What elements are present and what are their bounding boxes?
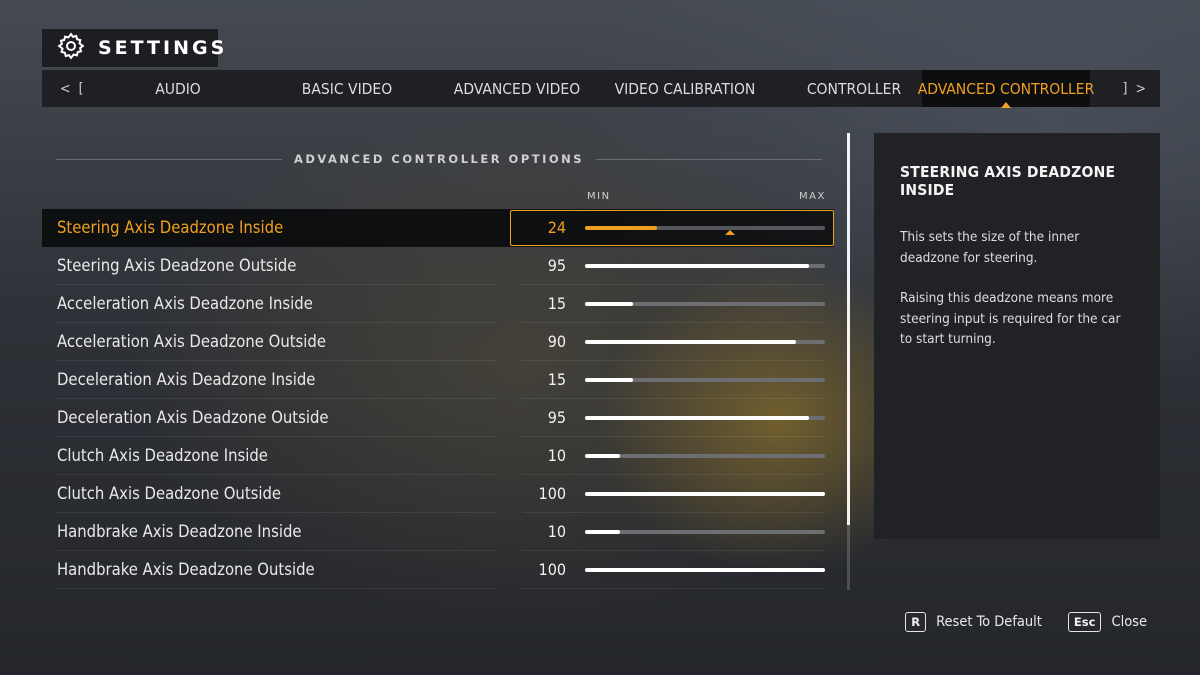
option-label: Acceleration Axis Deadzone Outside [57, 332, 326, 351]
scrollbar[interactable] [847, 133, 850, 590]
description-panel: STEERING AXIS DEADZONE INSIDE This sets … [874, 133, 1160, 539]
section-title: ADVANCED CONTROLLER OPTIONS [293, 152, 585, 166]
gear-icon [56, 31, 86, 65]
option-row[interactable]: Acceleration Axis Deadzone Inside 15 [42, 285, 834, 323]
slider-fill [585, 454, 620, 458]
slider-track[interactable] [585, 454, 825, 458]
tab-audio[interactable]: AUDIO [112, 70, 244, 107]
description-paragraph: Raising this deadzone means more steerin… [900, 290, 1121, 347]
option-row[interactable]: Handbrake Axis Deadzone Outside 100 [42, 551, 834, 589]
bumper-right-hint: ] [1122, 80, 1128, 97]
option-value: 100 [538, 484, 566, 503]
reset-to-default-button[interactable]: R Reset To Default [905, 612, 1042, 632]
slider-track[interactable] [585, 340, 825, 344]
scrollbar-thumb[interactable] [847, 133, 850, 525]
slider-fill [585, 302, 633, 306]
close-button[interactable]: Esc Close [1067, 612, 1147, 632]
option-row[interactable]: Clutch Axis Deadzone Outside 100 [42, 475, 834, 513]
option-row[interactable]: Handbrake Axis Deadzone Inside 10 [42, 513, 834, 551]
slider-track[interactable] [585, 568, 825, 572]
row-divider [522, 588, 824, 589]
option-value: 95 [547, 408, 566, 427]
slider-track[interactable] [585, 416, 825, 420]
chevron-left-icon: < [60, 80, 71, 97]
slider-fill [585, 568, 825, 572]
option-label: Handbrake Axis Deadzone Inside [57, 522, 302, 541]
footer-hints: R Reset To Default Esc Close [905, 612, 1147, 632]
slider-track[interactable] [585, 226, 825, 235]
slider-fill [585, 226, 657, 230]
slider-fill [585, 530, 620, 534]
option-row[interactable]: Deceleration Axis Deadzone Outside 95 [42, 399, 834, 437]
slider-fill [585, 416, 809, 420]
key-r-icon: R [905, 612, 927, 632]
option-label: Clutch Axis Deadzone Inside [57, 446, 268, 465]
option-label: Acceleration Axis Deadzone Inside [57, 294, 313, 313]
option-value: 95 [547, 256, 566, 275]
option-label: Handbrake Axis Deadzone Outside [57, 560, 315, 579]
slider-track[interactable] [585, 492, 825, 496]
slider-handle[interactable] [725, 230, 735, 235]
row-divider [56, 588, 496, 589]
description-title: STEERING AXIS DEADZONE INSIDE [900, 163, 1116, 199]
slider-fill [585, 378, 633, 382]
option-label: Clutch Axis Deadzone Outside [57, 484, 282, 503]
slider-fill [585, 340, 796, 344]
option-value: 100 [538, 560, 566, 579]
tab-advanced-video[interactable]: ADVANCED VIDEO [450, 70, 584, 107]
options-list: Steering Axis Deadzone Inside 24 Steering … [42, 209, 834, 589]
option-label: Steering Axis Deadzone Outside [57, 256, 297, 275]
tab-advanced-controller[interactable]: ADVANCED CONTROLLER [918, 70, 1094, 108]
tab-bar: < [ AUDIO BASIC VIDEO ADVANCED VIDEO VID… [42, 70, 1160, 108]
slider-fill [585, 264, 809, 268]
chevron-right-icon: > [1135, 80, 1146, 97]
option-value: 10 [547, 446, 566, 465]
divider [56, 158, 282, 160]
option-value: 90 [547, 332, 566, 351]
option-row[interactable]: Steering Axis Deadzone Inside 24 [42, 209, 834, 247]
tab-video-calibration[interactable]: VIDEO CALIBRATION [584, 70, 786, 107]
tab-controller[interactable]: CONTROLLER [786, 70, 922, 107]
tab-next-button[interactable]: ] > [1113, 70, 1160, 107]
slider-track[interactable] [585, 530, 825, 534]
page-title: SETTINGS [98, 37, 228, 59]
slider-track[interactable] [585, 264, 825, 268]
divider [596, 158, 823, 160]
slider-min-label: MIN [587, 191, 611, 202]
slider-track[interactable] [585, 302, 825, 306]
option-label: Deceleration Axis Deadzone Inside [57, 370, 316, 389]
option-label: Deceleration Axis Deadzone Outside [57, 408, 329, 427]
option-row[interactable]: Clutch Axis Deadzone Inside 10 [42, 437, 834, 475]
slider-max-label: MAX [799, 191, 826, 202]
description-text: This sets the size of the inner deadzone… [900, 227, 1134, 350]
reset-label: Reset To Default [936, 614, 1042, 630]
slider-fill [585, 492, 825, 496]
settings-header: SETTINGS [42, 29, 224, 67]
slider-track[interactable] [585, 378, 825, 382]
option-value: 15 [547, 294, 566, 313]
option-row[interactable]: Steering Axis Deadzone Outside 95 [42, 247, 834, 285]
option-row[interactable]: Acceleration Axis Deadzone Outside 90 [42, 323, 834, 361]
section-heading: ADVANCED CONTROLLER OPTIONS [56, 150, 823, 168]
option-value: 24 [547, 218, 566, 237]
description-paragraph: This sets the size of the inner deadzone… [900, 229, 1080, 266]
option-value: 15 [547, 370, 566, 389]
option-value: 10 [547, 522, 566, 541]
option-row[interactable]: Deceleration Axis Deadzone Inside 15 [42, 361, 834, 399]
option-label: Steering Axis Deadzone Inside [57, 218, 284, 237]
bumper-left-hint: [ [78, 80, 84, 97]
key-esc-icon: Esc [1067, 612, 1102, 632]
tab-basic-video[interactable]: BASIC VIDEO [244, 70, 450, 107]
tab-prev-button[interactable]: < [ [42, 70, 112, 107]
close-label: Close [1111, 614, 1147, 630]
